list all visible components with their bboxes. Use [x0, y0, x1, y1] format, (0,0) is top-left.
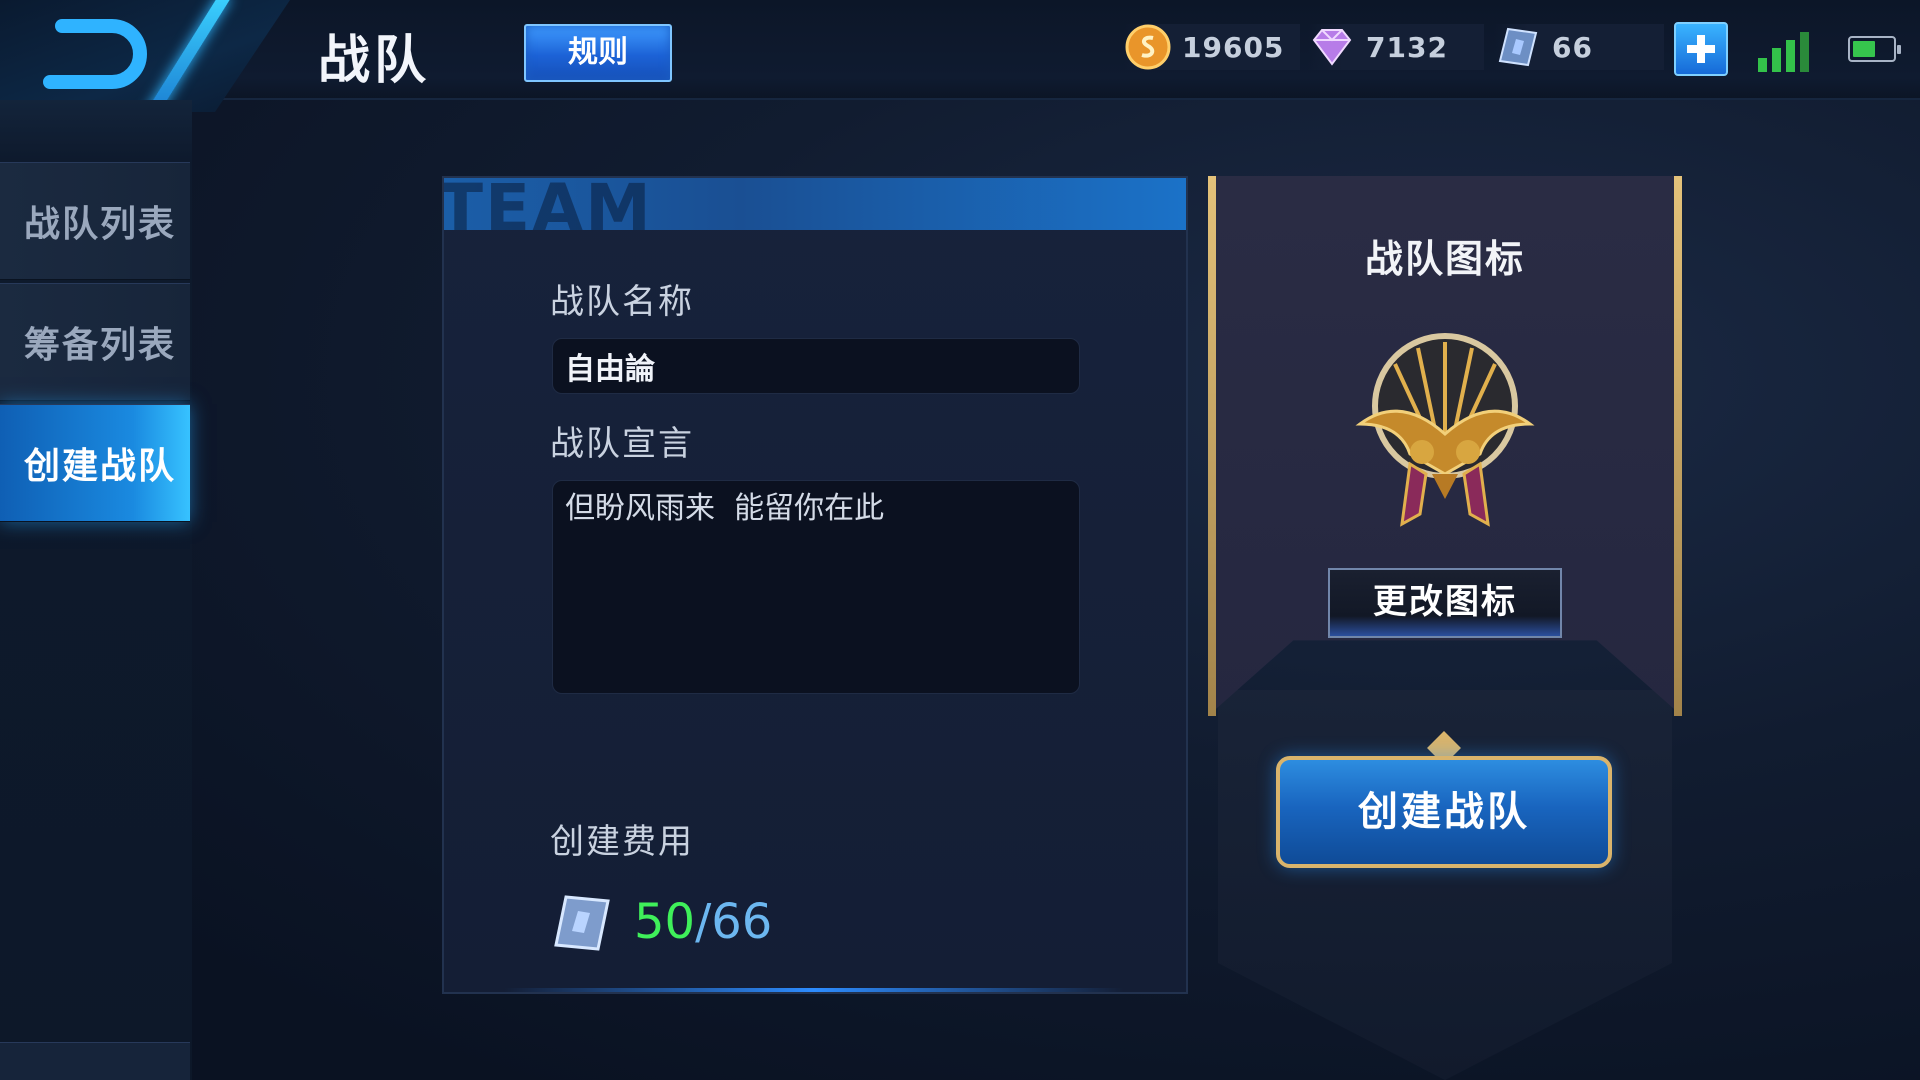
change-emblem-button[interactable]: 更改图标 — [1328, 568, 1562, 638]
diamond-counter[interactable]: 7132 — [1308, 24, 1484, 70]
cost-current: 50 — [634, 894, 696, 950]
team-declaration-label: 战队宣言 — [550, 424, 694, 464]
top-bar: 战队 规则 19605 7132 66 — [0, 0, 1920, 112]
voucher-value: 66 — [1552, 30, 1593, 64]
rules-button[interactable]: 规则 — [524, 24, 672, 82]
battery-icon — [1848, 36, 1901, 62]
creation-cost: 50 / 66 — [550, 888, 772, 956]
create-team-button[interactable]: 创建战队 — [1276, 756, 1612, 868]
crystal-voucher-icon — [1494, 23, 1542, 71]
page-title: 战队 — [318, 31, 431, 91]
gold-counter[interactable]: 19605 — [1124, 24, 1300, 70]
sidebar-item-label: 创建战队 — [24, 446, 177, 487]
battery-level — [1853, 41, 1875, 57]
team-name-value: 自由論 — [565, 352, 655, 387]
form-header-bar: TEAM — [444, 178, 1186, 230]
sidebar-item-preparing-list[interactable]: 筹备列表 — [0, 283, 190, 401]
signal-strength-icon — [1758, 30, 1809, 72]
gold-coin-icon — [1124, 23, 1172, 71]
team-name-label: 战队名称 — [550, 282, 694, 322]
sidebar-top-decoration — [0, 100, 192, 160]
plus-icon — [1687, 35, 1715, 63]
sidebar-item-create-team[interactable]: 创建战队 — [0, 404, 190, 522]
screen: 战队 规则 19605 7132 66 战队列表 筹备列表 创建战队 TEAM … — [0, 0, 1920, 1080]
voucher-counter[interactable]: 66 — [1494, 24, 1664, 70]
cost-separator: / — [695, 894, 712, 950]
form-bottom-glow — [504, 988, 1124, 992]
back-button[interactable] — [0, 0, 290, 112]
cost-max: 66 — [711, 894, 773, 950]
sidebar-item-label: 筹备列表 — [24, 325, 177, 366]
team-emblem-icon — [1355, 333, 1535, 527]
back-arrow-icon — [43, 19, 147, 89]
team-declaration-value: 但盼风雨来 能留你在此 — [565, 491, 885, 526]
create-team-form: TEAM 战队名称 自由論 战队宣言 但盼风雨来 能留你在此 创建费用 50 /… — [442, 176, 1188, 994]
sidebar-bottom-decoration — [0, 1042, 190, 1080]
diamond-value: 7132 — [1366, 30, 1448, 64]
team-name-input[interactable]: 自由論 — [552, 338, 1080, 394]
add-currency-button[interactable] — [1674, 22, 1728, 76]
team-declaration-textarea[interactable]: 但盼风雨来 能留你在此 — [552, 480, 1080, 694]
gold-value: 19605 — [1182, 30, 1285, 64]
sidebar-item-label: 战队列表 — [24, 204, 177, 245]
emblem-title: 战队图标 — [1364, 237, 1525, 281]
crystal-voucher-icon — [554, 895, 610, 951]
sidebar-item-team-list[interactable]: 战队列表 — [0, 162, 190, 280]
creation-cost-label: 创建费用 — [550, 822, 694, 862]
sidebar: 战队列表 筹备列表 创建战队 — [0, 100, 192, 1080]
team-watermark: TEAM — [444, 178, 653, 230]
diamond-icon — [1308, 23, 1356, 71]
